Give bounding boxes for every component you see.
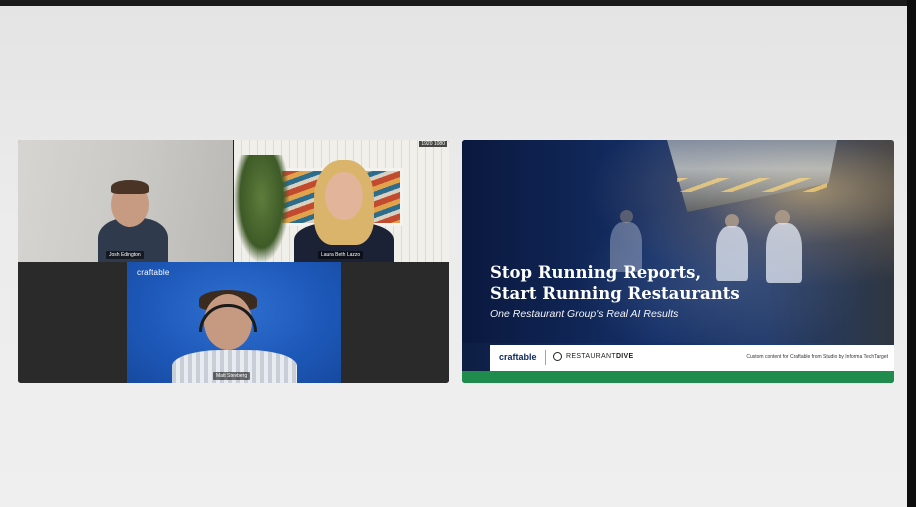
participant-hair xyxy=(111,180,149,194)
participant-head xyxy=(325,172,363,220)
slide-subtitle: One Restaurant Group's Real AI Results xyxy=(490,308,679,320)
slide-footer: craftable RESTAURANTDIVE Custom content … xyxy=(490,345,894,371)
kitchen-hood xyxy=(667,140,837,212)
plant xyxy=(234,155,289,262)
restaurant-dive-logo: RESTAURANTDIVE xyxy=(566,353,633,360)
restaurant-dive-word1: RESTAURANT xyxy=(566,353,616,360)
participant-name-tag: Laura Beth Lazzo xyxy=(318,251,364,259)
video-tile-matt[interactable]: craftable Matt Stevberg xyxy=(127,262,341,383)
slide-title-line2: Start Running Restaurants xyxy=(490,284,740,303)
restaurant-dive-word2: DIVE xyxy=(615,353,634,360)
video-tile-laura[interactable]: Laura Beth Lazzo 1920 1080 xyxy=(234,140,449,262)
craftable-logo: craftable xyxy=(137,268,170,277)
window-edge xyxy=(907,0,916,507)
video-row-bottom: craftable Matt Stevberg xyxy=(18,262,449,383)
resolution-badge: 1920 1080 xyxy=(419,141,447,147)
video-tile-josh[interactable]: Josh Edington xyxy=(18,140,233,262)
chef-figure xyxy=(766,223,802,283)
video-grid: Josh Edington Laura Beth Lazzo 1920 1080… xyxy=(18,140,449,383)
restaurant-dive-icon xyxy=(553,352,562,361)
footer-craftable-logo: craftable xyxy=(499,352,537,362)
slide-title-line1: Stop Running Reports, xyxy=(490,263,702,282)
participant-name-tag: Josh Edington xyxy=(106,251,144,259)
presentation-slide[interactable]: Stop Running Reports, Start Running Rest… xyxy=(462,140,894,383)
hood-lights xyxy=(677,178,827,192)
footer-divider xyxy=(545,350,546,365)
sponsor-note: Custom content for Craftable from Studio… xyxy=(746,354,888,360)
footer-accent-bar xyxy=(462,371,894,383)
slide-title: Stop Running Reports, Start Running Rest… xyxy=(490,262,740,304)
participant-name-tag: Matt Stevberg xyxy=(213,372,251,380)
